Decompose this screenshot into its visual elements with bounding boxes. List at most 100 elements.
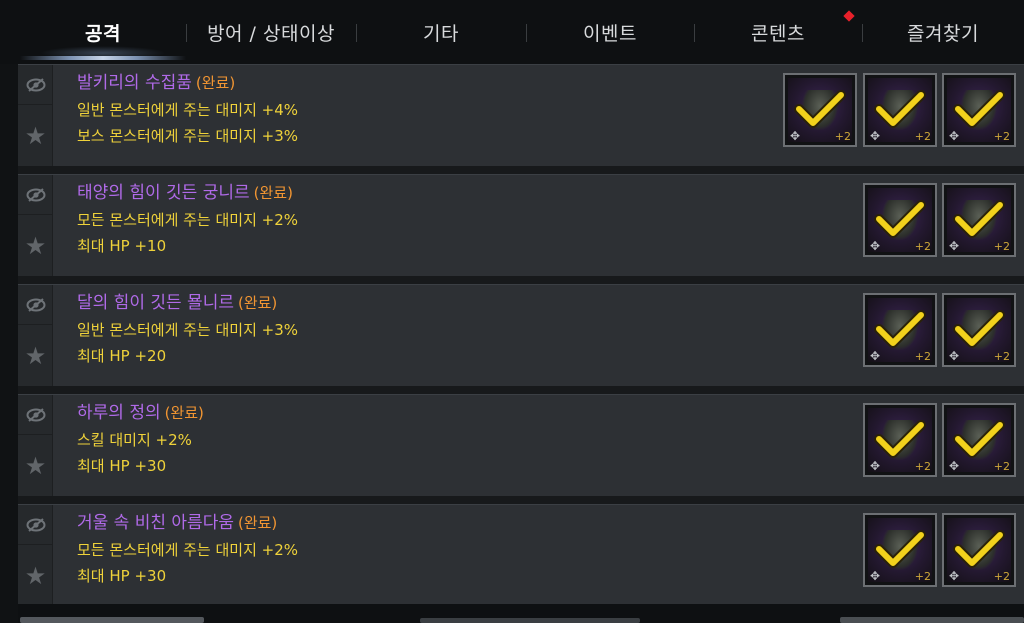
completion-status: (완료) [237, 514, 278, 532]
enhance-level: +2 [914, 130, 931, 143]
collection-effect: 최대 HP +10 [77, 237, 167, 255]
star-icon[interactable]: ★ [18, 105, 53, 167]
collection-row[interactable]: ★ 태양의 힘이 깃든 궁니르 (완료) 모든 몬스터에게 주는 대미지 +2% 최대 … [18, 174, 1024, 276]
collection-effect: 최대 HP +30 [77, 457, 167, 475]
completion-status: (완료) [253, 184, 293, 202]
checkmark-icon [953, 310, 1005, 348]
scrollbar-left[interactable] [20, 617, 204, 623]
move-arrows-icon: ✥ [949, 239, 960, 253]
collection-info: 발키리의 수집품 (완료) 일반 몬스터에게 주는 대미지 +4% 보스 몬스터에게 … [77, 71, 298, 149]
item-slot[interactable]: ✥ +2 [863, 73, 937, 147]
row-controls: ★ [18, 505, 53, 606]
checkmark-icon [953, 530, 1005, 568]
checkmark-icon [953, 420, 1005, 458]
collection-title-line: 태양의 힘이 깃든 궁니르 (완료) [77, 181, 298, 207]
checkmark-icon [874, 200, 926, 238]
item-slot[interactable]: ✥ +2 [863, 183, 937, 257]
item-slot[interactable]: ✥ +2 [942, 513, 1016, 587]
item-slot[interactable]: ✥ +2 [863, 513, 937, 587]
collection-info: 태양의 힘이 깃든 궁니르 (완료) 모든 몬스터에게 주는 대미지 +2% 최대 H… [77, 181, 298, 259]
enhance-level: +2 [993, 460, 1010, 473]
collection-title: 하루의 정의 [77, 403, 161, 423]
collection-info: 달의 힘이 깃든 묠니르 (완료) 일반 몬스터에게 주는 대미지 +3% 최대 HP… [77, 291, 298, 369]
scrollbar-middle[interactable] [420, 618, 640, 623]
collection-effect: 보스 몬스터에게 주는 대미지 +3% [77, 127, 299, 145]
item-slot[interactable]: ✥ +2 [942, 73, 1016, 147]
checkmark-icon [874, 90, 926, 128]
tab-contents[interactable]: 콘텐츠 [694, 0, 862, 64]
category-tab-bar: 공격 방어 / 상태이상 기타 이벤트 콘텐츠 즐겨찾기 [0, 0, 1024, 64]
collection-title: 태양의 힘이 깃든 궁니르 [77, 183, 250, 203]
item-slot[interactable]: ✥ +2 [783, 73, 857, 147]
move-arrows-icon: ✥ [949, 459, 960, 473]
collection-title-line: 거울 속 비친 아름다움 (완료) [77, 511, 298, 537]
move-arrows-icon: ✥ [949, 129, 960, 143]
collection-info: 거울 속 비친 아름다움 (완료) 모든 몬스터에게 주는 대미지 +2% 최대 HP… [77, 511, 298, 589]
row-controls: ★ [18, 65, 53, 166]
collection-row[interactable]: ★ 하루의 정의 (완료) 스킬 대미지 +2% 최대 HP +30 ✥ +2 ✥ +2 [18, 394, 1024, 496]
enhance-level: +2 [993, 350, 1010, 363]
collection-list: ★ 발키리의 수집품 (완료) 일반 몬스터에게 주는 대미지 +4% 보스 몬스터에게… [18, 64, 1024, 606]
tab-attack[interactable]: 공격 [20, 0, 186, 64]
collection-effect: 모든 몬스터에게 주는 대미지 +2% [77, 541, 299, 559]
collection-effect: 일반 몬스터에게 주는 대미지 +3% [77, 321, 299, 339]
move-arrows-icon: ✥ [870, 239, 881, 253]
collection-effect: 최대 HP +20 [77, 347, 167, 365]
item-slot[interactable]: ✥ +2 [942, 293, 1016, 367]
collection-title-line: 발키리의 수집품 (완료) [77, 71, 298, 97]
enhance-level: +2 [914, 460, 931, 473]
collection-effect: 일반 몬스터에게 주는 대미지 +4% [77, 101, 299, 119]
eye-icon[interactable] [18, 175, 53, 215]
completion-status: (완료) [164, 404, 204, 422]
star-icon[interactable]: ★ [18, 325, 53, 387]
eye-icon[interactable] [18, 395, 53, 435]
item-slot[interactable]: ✥ +2 [863, 293, 937, 367]
row-controls: ★ [18, 285, 53, 386]
collection-title-line: 달의 힘이 깃든 묠니르 (완료) [77, 291, 298, 317]
enhance-level: +2 [993, 130, 1010, 143]
star-icon[interactable]: ★ [18, 215, 53, 277]
checkmark-icon [953, 90, 1005, 128]
move-arrows-icon: ✥ [949, 569, 960, 583]
row-controls: ★ [18, 175, 53, 276]
scrollbar-right[interactable] [840, 617, 1024, 623]
checkmark-icon [874, 530, 926, 568]
move-arrows-icon: ✥ [870, 349, 881, 363]
item-slot[interactable]: ✥ +2 [863, 403, 937, 477]
collection-title: 달의 힘이 깃든 묠니르 [77, 293, 234, 313]
move-arrows-icon: ✥ [870, 129, 881, 143]
enhance-level: +2 [993, 570, 1010, 583]
enhance-level: +2 [993, 240, 1010, 253]
checkmark-icon [874, 310, 926, 348]
item-slot[interactable]: ✥ +2 [942, 183, 1016, 257]
move-arrows-icon: ✥ [870, 459, 881, 473]
tab-favorites[interactable]: 즐겨찾기 [862, 0, 1024, 64]
collection-effect: 최대 HP +30 [77, 567, 167, 585]
collection-row[interactable]: ★ 발키리의 수집품 (완료) 일반 몬스터에게 주는 대미지 +4% 보스 몬스터에게… [18, 64, 1024, 166]
collection-effect: 스킬 대미지 +2% [77, 431, 192, 449]
collection-row[interactable]: ★ 달의 힘이 깃든 묠니르 (완료) 일반 몬스터에게 주는 대미지 +3% 최대 H… [18, 284, 1024, 386]
tab-event[interactable]: 이벤트 [526, 0, 694, 64]
star-icon[interactable]: ★ [18, 545, 53, 607]
tab-defense-status[interactable]: 방어 / 상태이상 [186, 0, 356, 64]
tab-etc[interactable]: 기타 [356, 0, 526, 64]
eye-icon[interactable] [18, 65, 53, 105]
enhance-level: +2 [914, 240, 931, 253]
enhance-level: +2 [914, 570, 931, 583]
collection-info: 하루의 정의 (완료) 스킬 대미지 +2% 최대 HP +30 [77, 401, 204, 479]
item-slot[interactable]: ✥ +2 [942, 403, 1016, 477]
collection-title: 발키리의 수집품 [77, 73, 192, 93]
eye-icon[interactable] [18, 505, 53, 545]
eye-icon[interactable] [18, 285, 53, 325]
collection-effect: 모든 몬스터에게 주는 대미지 +2% [77, 211, 299, 229]
move-arrows-icon: ✥ [790, 129, 801, 143]
checkmark-icon [874, 420, 926, 458]
move-arrows-icon: ✥ [870, 569, 881, 583]
collection-row[interactable]: ★ 거울 속 비친 아름다움 (완료) 모든 몬스터에게 주는 대미지 +2% 최대 H… [18, 504, 1024, 606]
checkmark-icon [953, 200, 1005, 238]
completion-status: (완료) [195, 74, 236, 92]
star-icon[interactable]: ★ [18, 435, 53, 497]
enhance-level: +2 [834, 130, 851, 143]
move-arrows-icon: ✥ [949, 349, 960, 363]
completion-status: (완료) [237, 294, 278, 312]
